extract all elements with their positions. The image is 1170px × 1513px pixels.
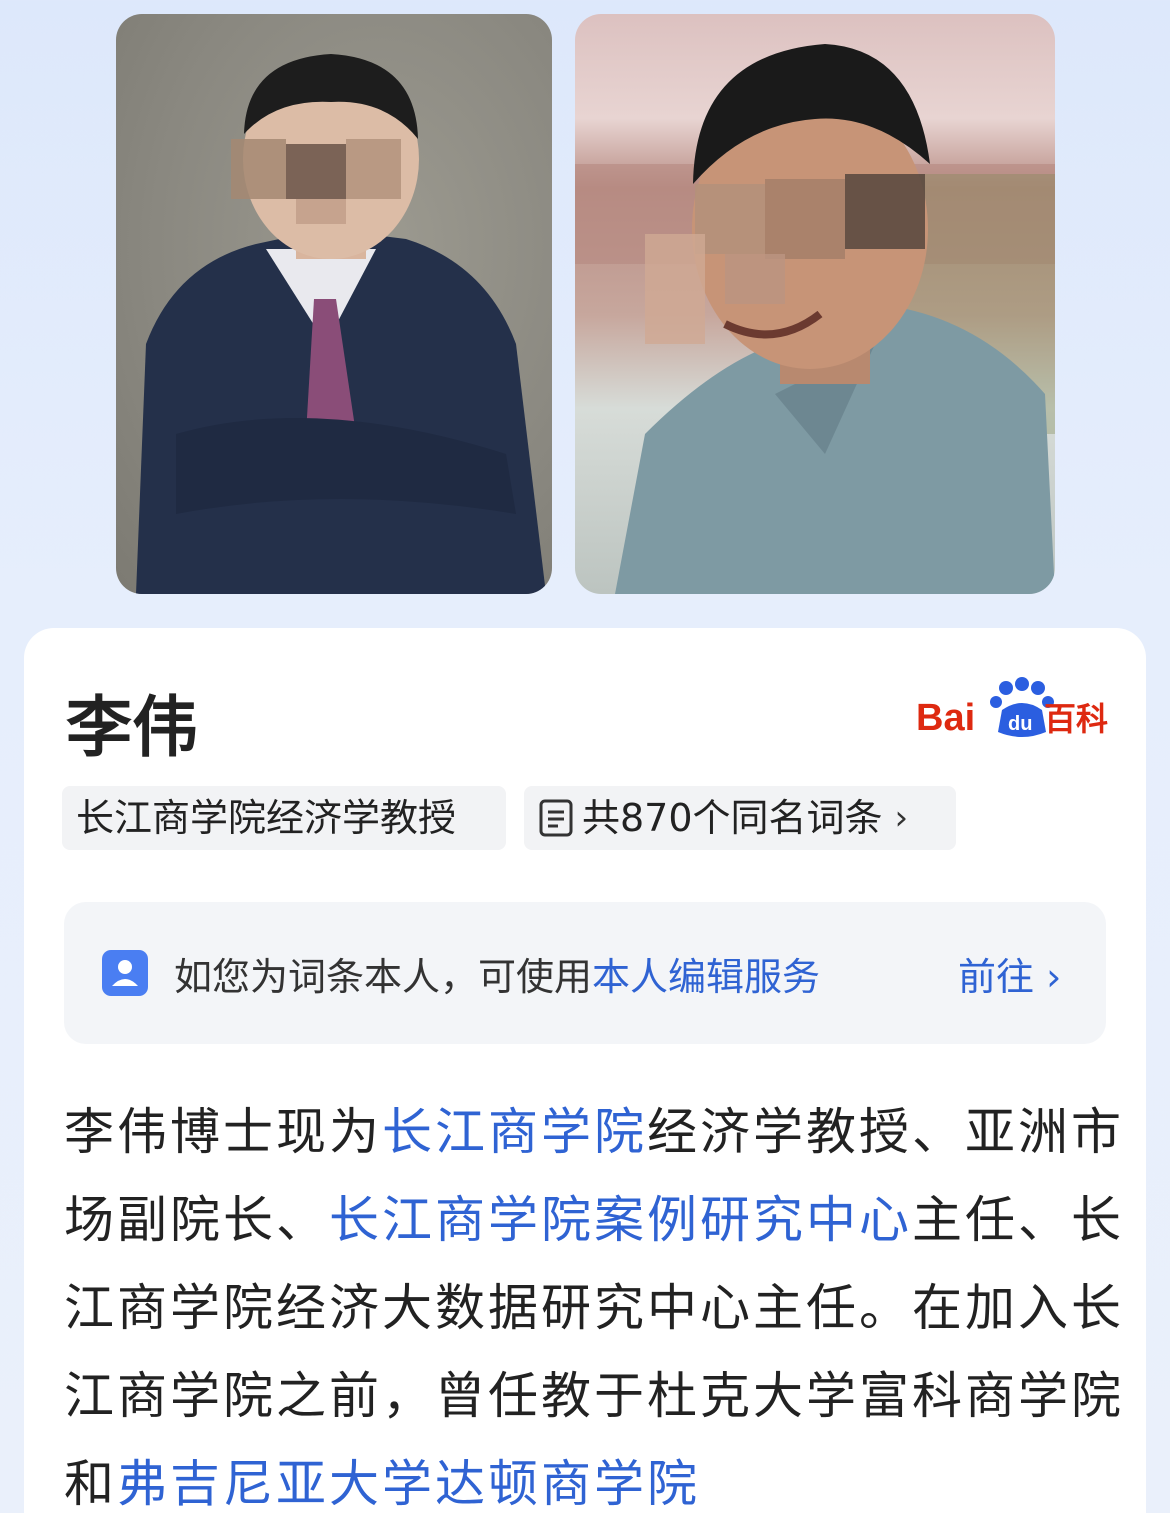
- self-edit-service-link[interactable]: 本人编辑服务: [592, 955, 820, 999]
- notice-prefix: 如您为词条本人，可使用: [174, 955, 593, 999]
- darden-school-link[interactable]: 弗吉尼亚大学达顿商学院: [117, 1455, 700, 1513]
- logo-bai: Bai: [916, 697, 975, 739]
- baike-entry-card: 李伟 Bai du 百科 长江商学院经济学教授 共870个同名词条 › 如您为词…: [24, 628, 1146, 1513]
- ckgsb-link[interactable]: 长江商学院: [382, 1103, 647, 1161]
- portrait-photo-left[interactable]: [116, 14, 552, 594]
- baidu-paw-icon: Bai du 百科: [916, 677, 1108, 739]
- baidu-baike-logo[interactable]: Bai du 百科: [914, 674, 1114, 744]
- summary-text-1: 李伟博士现为: [64, 1103, 382, 1161]
- user-profile-icon: [102, 950, 148, 996]
- self-edit-notice: 如您为词条本人，可使用本人编辑服务 前往 ›: [64, 902, 1106, 1044]
- homonyms-tag[interactable]: 共870个同名词条 ›: [524, 786, 956, 850]
- case-research-center-link[interactable]: 长江商学院案例研究中心: [329, 1191, 912, 1249]
- logo-du: du: [1008, 713, 1032, 735]
- logo-baike: 百科: [1044, 700, 1108, 738]
- chevron-right-icon: ›: [894, 798, 909, 838]
- list-document-icon: [539, 799, 573, 837]
- entry-summary: 李伟博士现为长江商学院经济学教授、亚洲市场副院长、长江商学院案例研究中心主任、长…: [64, 1088, 1124, 1513]
- subtitle-tag[interactable]: 长江商学院经济学教授: [62, 786, 506, 850]
- homonyms-label: 共870个同名词条: [582, 796, 883, 840]
- entry-title: 李伟: [66, 689, 198, 766]
- go-button[interactable]: 前往 ›: [958, 946, 1061, 1001]
- portrait-right-image: [575, 44, 1055, 594]
- portrait-left-image: [136, 54, 546, 594]
- notice-text: 如您为词条本人，可使用本人编辑服务: [174, 946, 820, 1001]
- portrait-photo-right[interactable]: [575, 14, 1055, 594]
